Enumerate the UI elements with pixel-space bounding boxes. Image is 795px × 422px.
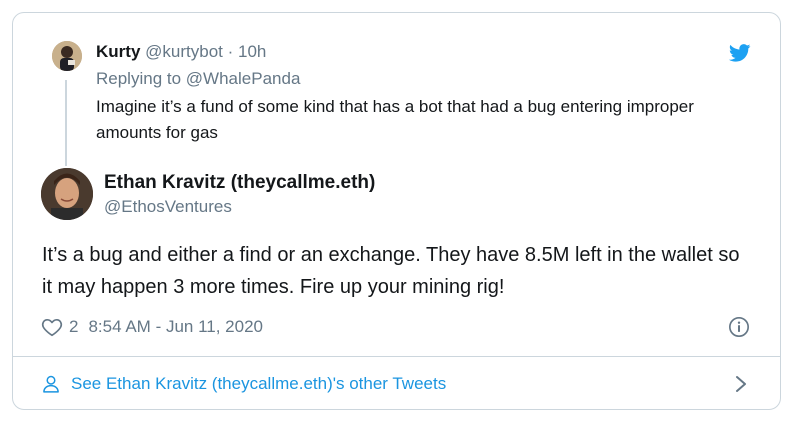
tweet-meta: 2 8:54 AM - Jun 11, 2020 <box>41 315 263 339</box>
heart-icon[interactable] <box>41 316 63 338</box>
user-icon <box>43 375 59 393</box>
replying-to-prefix: Replying to <box>96 69 182 88</box>
quoted-tweet-text: Imagine it’s a fund of some kind that ha… <box>96 97 694 142</box>
ethan-avatar[interactable] <box>41 168 93 220</box>
chevron-right-icon[interactable] <box>734 374 748 394</box>
other-tweets-link[interactable]: See Ethan Kravitz (theycallme.eth)'s oth… <box>41 372 446 396</box>
quoted-tweet-time[interactable]: 10h <box>238 42 266 61</box>
separator-dot: · <box>227 42 234 61</box>
author-handle[interactable]: @EthosVentures <box>104 196 232 218</box>
quoted-author-handle[interactable]: @kurtybot <box>145 42 223 61</box>
tweet-timestamp[interactable]: 8:54 AM - Jun 11, 2020 <box>88 317 263 337</box>
quoted-tweet-header: Kurty @kurtybot · 10h <box>96 41 266 63</box>
kurty-avatar-image <box>52 41 82 71</box>
thread-connector-line <box>65 80 67 166</box>
replying-to-line: Replying to @WhalePanda <box>96 68 300 90</box>
kurty-avatar[interactable] <box>52 41 82 71</box>
info-icon[interactable] <box>728 316 750 338</box>
tweet-text: It’s a bug and either a find or an excha… <box>42 244 740 298</box>
ethan-avatar-image <box>41 168 93 220</box>
replying-to-mention[interactable]: @WhalePanda <box>186 69 301 88</box>
twitter-bird-icon[interactable] <box>729 44 751 62</box>
card-divider <box>12 356 781 357</box>
like-count[interactable]: 2 <box>69 317 78 337</box>
quoted-author-name[interactable]: Kurty <box>96 42 140 61</box>
other-tweets-label[interactable]: See Ethan Kravitz (theycallme.eth)'s oth… <box>71 374 446 394</box>
author-name[interactable]: Ethan Kravitz (theycallme.eth) <box>104 171 375 195</box>
